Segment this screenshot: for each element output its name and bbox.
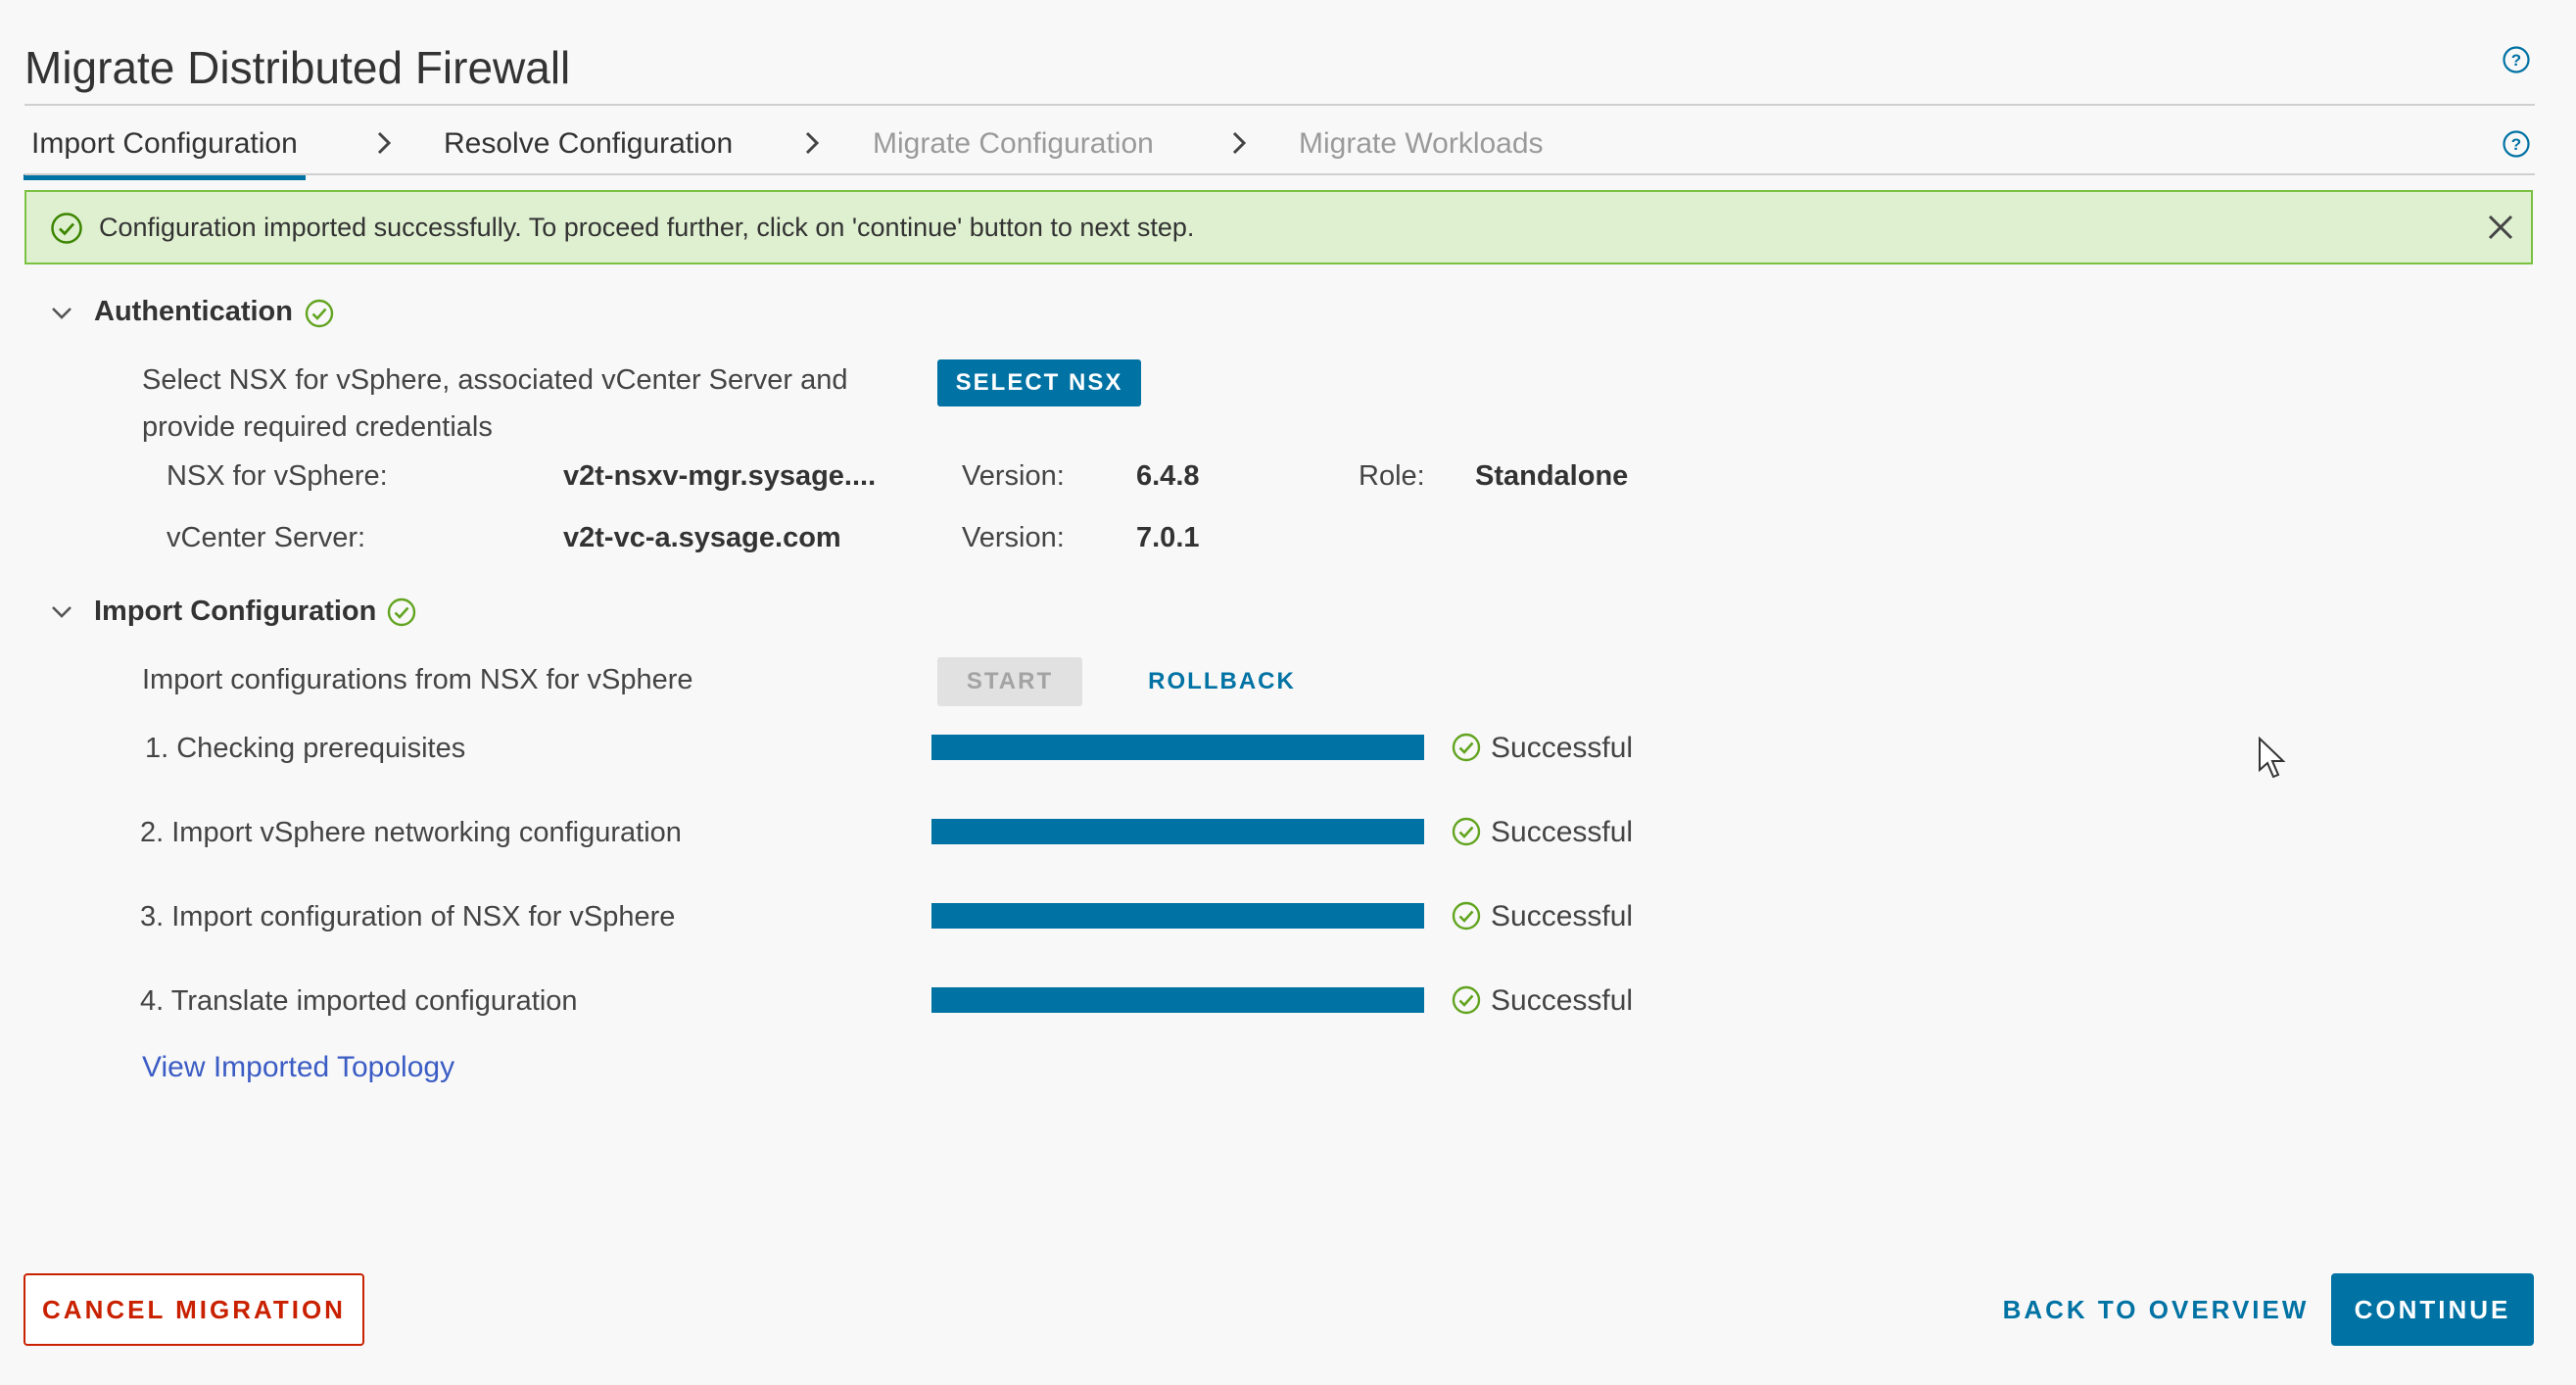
check-circle-icon	[1451, 900, 1482, 931]
step-label: 1. Checking prerequisites	[145, 733, 466, 764]
role-label: Role:	[1359, 460, 1425, 492]
success-banner: Configuration imported successfully. To …	[24, 190, 2533, 264]
step-progress-bar	[931, 903, 1424, 929]
banner-message: Configuration imported successfully. To …	[99, 213, 1195, 242]
import-description: Import configurations from NSX for vSphe…	[142, 664, 693, 695]
step-status: Successful	[1491, 900, 1634, 932]
nsx-version-label: Version:	[962, 460, 1065, 492]
svg-text:?: ?	[2511, 51, 2521, 70]
tab-import-configuration[interactable]: Import Configuration	[24, 127, 306, 180]
close-icon[interactable]	[2485, 212, 2516, 243]
select-nsx-button[interactable]: SELECT NSX	[937, 359, 1141, 406]
tab-migrate-workloads: Migrate Workloads	[1299, 127, 1544, 160]
check-circle-icon	[304, 298, 335, 329]
svg-text:?: ?	[2511, 135, 2521, 154]
back-to-overview-button[interactable]: BACK TO OVERVIEW	[1994, 1273, 2317, 1346]
step-label: 3. Import configuration of NSX for vSphe…	[140, 901, 676, 932]
nsx-label: NSX for vSphere:	[167, 460, 388, 492]
step-label: 4. Translate imported configuration	[140, 985, 578, 1017]
step-help-icon[interactable]: ?	[2502, 129, 2531, 159]
chevron-right-icon	[801, 123, 825, 163]
start-button: START	[937, 657, 1082, 706]
nsx-value: v2t-nsxv-mgr.sysage....	[563, 460, 877, 492]
vcenter-version-value: 7.0.1	[1136, 522, 1200, 553]
chevron-down-icon[interactable]	[49, 599, 74, 625]
step-status: Successful	[1491, 732, 1634, 764]
authentication-description-line1: Select NSX for vSphere, associated vCent…	[142, 364, 848, 396]
mouse-cursor-icon	[2258, 737, 2289, 780]
page-title: Migrate Distributed Firewall	[24, 42, 571, 93]
cancel-migration-button[interactable]: CANCEL MIGRATION	[24, 1273, 364, 1346]
authentication-heading[interactable]: Authentication	[94, 296, 293, 328]
role-value: Standalone	[1475, 460, 1629, 492]
header-divider	[24, 104, 2535, 106]
help-icon[interactable]: ?	[2502, 45, 2531, 74]
check-circle-icon	[1451, 816, 1482, 847]
step-progress-bar	[931, 819, 1424, 844]
nsx-version-value: 6.4.8	[1136, 460, 1200, 492]
chevron-right-icon	[373, 123, 397, 163]
step-progress-bar	[931, 987, 1424, 1013]
tab-migrate-configuration: Migrate Configuration	[873, 127, 1154, 160]
rollback-button[interactable]: ROLLBACK	[1131, 657, 1312, 706]
continue-button[interactable]: CONTINUE	[2331, 1273, 2534, 1346]
import-configuration-heading[interactable]: Import Configuration	[94, 596, 376, 628]
vcenter-value: v2t-vc-a.sysage.com	[563, 522, 841, 553]
check-circle-icon	[386, 597, 417, 628]
step-label: 2. Import vSphere networking configurati…	[140, 817, 682, 848]
wizard-steps: Import Configuration Resolve Configurati…	[24, 116, 2535, 180]
check-circle-icon	[1451, 984, 1482, 1016]
vcenter-version-label: Version:	[962, 522, 1065, 553]
tab-resolve-configuration[interactable]: Resolve Configuration	[444, 127, 733, 161]
view-imported-topology-link[interactable]: View Imported Topology	[142, 1051, 454, 1084]
step-progress-bar	[931, 735, 1424, 760]
step-status: Successful	[1491, 816, 1634, 848]
chevron-right-icon	[1228, 123, 1252, 163]
check-circle-icon	[50, 212, 83, 245]
chevron-down-icon[interactable]	[49, 301, 74, 326]
step-status: Successful	[1491, 984, 1634, 1017]
vcenter-label: vCenter Server:	[167, 522, 366, 553]
tabs-divider	[24, 173, 2535, 175]
authentication-description-line2: provide required credentials	[142, 411, 493, 443]
check-circle-icon	[1451, 732, 1482, 763]
